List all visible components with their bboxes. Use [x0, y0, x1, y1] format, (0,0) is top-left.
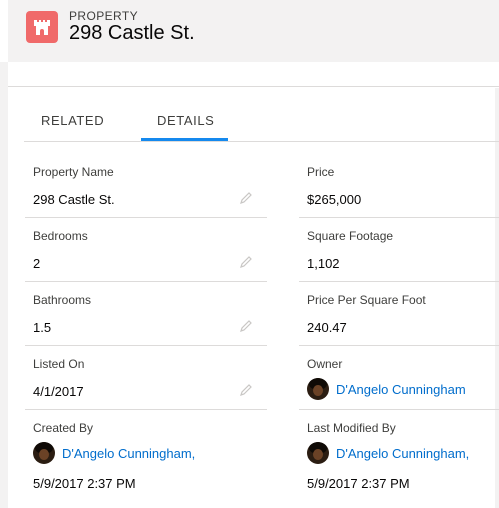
record-header: PROPERTY 298 Castle St. — [8, 0, 499, 62]
field-last-modified-by: Last Modified By D'Angelo Cunningham, 5/… — [307, 421, 499, 508]
created-datetime: 5/9/2017 2:37 PM — [33, 476, 136, 491]
last-modified-datetime: 5/9/2017 2:37 PM — [307, 476, 410, 491]
field-divider — [299, 409, 499, 410]
field-divider — [25, 345, 267, 346]
field-owner: Owner D'Angelo Cunningham — [299, 357, 499, 421]
created-by-link[interactable]: D'Angelo Cunningham, — [33, 442, 195, 464]
castle-icon — [26, 11, 58, 43]
field-label: Listed On — [33, 357, 85, 371]
created-by-name[interactable]: D'Angelo Cunningham, — [62, 446, 195, 461]
field-value: 1.5 — [33, 320, 52, 335]
edit-pencil-icon[interactable] — [239, 383, 253, 397]
field-label: Square Footage — [307, 229, 394, 243]
last-modified-by-name[interactable]: D'Angelo Cunningham, — [336, 446, 469, 461]
edit-pencil-icon[interactable] — [239, 191, 253, 205]
field-label: Property Name — [33, 165, 114, 179]
field-bathrooms: Bathrooms 1.5 — [25, 293, 275, 357]
left-gutter — [0, 62, 8, 508]
owner-name[interactable]: D'Angelo Cunningham — [336, 382, 466, 397]
field-value: 240.47 — [307, 320, 347, 335]
field-divider — [25, 409, 267, 410]
avatar — [33, 442, 55, 464]
field-value: 298 Castle St. — [33, 192, 115, 207]
field-label: Created By — [33, 421, 94, 435]
avatar — [307, 378, 329, 400]
gap-band — [8, 62, 499, 88]
tab-related[interactable]: RELATED — [41, 113, 104, 128]
page-title: 298 Castle St. — [69, 22, 195, 44]
field-price: Price $265,000 — [299, 165, 499, 229]
field-divider — [299, 345, 499, 346]
field-divider — [299, 281, 499, 282]
tab-bar: RELATED DETAILS — [24, 100, 499, 142]
edit-pencil-icon[interactable] — [239, 255, 253, 269]
object-type-label: PROPERTY — [69, 9, 138, 23]
field-divider — [25, 281, 267, 282]
field-square-footage: Square Footage 1,102 — [299, 229, 499, 293]
field-label: Price — [307, 165, 335, 179]
active-tab-indicator — [141, 138, 228, 141]
divider — [8, 86, 499, 87]
tab-details[interactable]: DETAILS — [157, 113, 214, 128]
field-value: 4/1/2017 — [33, 384, 84, 399]
field-value: 2 — [33, 256, 41, 271]
field-price-per-square-foot: Price Per Square Foot 240.47 — [299, 293, 499, 357]
edit-pencil-icon[interactable] — [239, 319, 253, 333]
field-label: Bathrooms — [33, 293, 92, 307]
field-label: Last Modified By — [307, 421, 396, 435]
field-listed-on: Listed On 4/1/2017 — [25, 357, 275, 421]
field-divider — [299, 217, 499, 218]
field-label: Bedrooms — [33, 229, 88, 243]
field-bedrooms: Bedrooms 2 — [25, 229, 275, 293]
owner-link[interactable]: D'Angelo Cunningham — [307, 378, 466, 400]
avatar — [307, 442, 329, 464]
field-value: 1,102 — [307, 256, 340, 271]
field-divider — [25, 217, 267, 218]
field-value: $265,000 — [307, 192, 362, 207]
field-label: Owner — [307, 357, 343, 371]
field-label: Price Per Square Foot — [307, 293, 426, 307]
field-property-name: Property Name 298 Castle St. — [25, 165, 275, 229]
last-modified-by-link[interactable]: D'Angelo Cunningham, — [307, 442, 469, 464]
field-created-by: Created By D'Angelo Cunningham, 5/9/2017… — [33, 421, 275, 508]
